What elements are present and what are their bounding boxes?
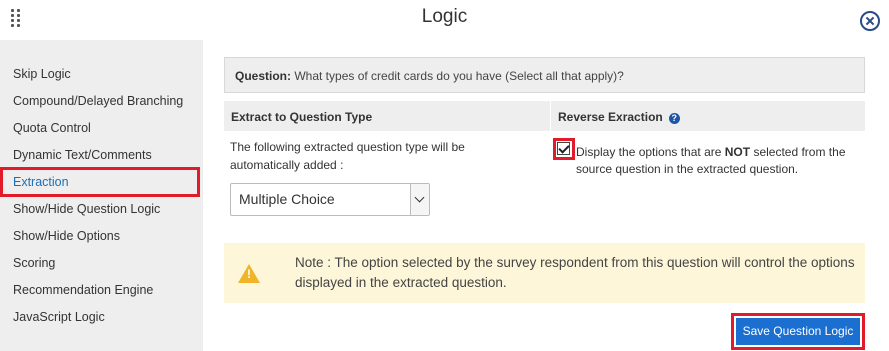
- question-type-select[interactable]: Multiple Choice: [230, 183, 430, 216]
- reverse-extraction-checkbox[interactable]: [557, 142, 570, 155]
- reverse-extraction-label: Display the options that are NOT selecte…: [576, 144, 856, 178]
- reverse-extraction-header: Reverse Exraction?: [551, 101, 865, 131]
- sidebar-item-scoring[interactable]: Scoring: [13, 256, 55, 270]
- sidebar-item-javascript-logic[interactable]: JavaScript Logic: [13, 310, 105, 324]
- warning-icon-mark: !: [247, 267, 251, 281]
- modal-header: Logic: [0, 0, 889, 40]
- question-type-select-value: Multiple Choice: [239, 191, 335, 207]
- reverse-extraction-header-label: Reverse Exraction: [558, 110, 663, 124]
- close-icon[interactable]: [860, 11, 880, 31]
- sidebar-item-recommendation-engine[interactable]: Recommendation Engine: [13, 283, 153, 297]
- question-label: Question:: [235, 69, 291, 83]
- sidebar-item-show-hide-question-logic[interactable]: Show/Hide Question Logic: [13, 202, 160, 216]
- sidebar-item-compound-branching[interactable]: Compound/Delayed Branching: [13, 94, 183, 108]
- question-text: What types of credit cards do you have (…: [294, 69, 624, 83]
- extract-type-header: Extract to Question Type: [224, 101, 550, 131]
- sidebar-item-extraction[interactable]: Extraction: [13, 175, 69, 189]
- sidebar-item-dynamic-text[interactable]: Dynamic Text/Comments: [13, 148, 152, 162]
- help-icon[interactable]: ?: [668, 113, 680, 124]
- reverse-text-bold: NOT: [724, 145, 751, 159]
- save-question-logic-button[interactable]: Save Question Logic: [736, 318, 860, 345]
- sidebar-item-skip-logic[interactable]: Skip Logic: [13, 67, 71, 81]
- chevron-down-icon[interactable]: [410, 184, 429, 215]
- sidebar-item-show-hide-options[interactable]: Show/Hide Options: [13, 229, 120, 243]
- sidebar-item-quota-control[interactable]: Quota Control: [13, 121, 91, 135]
- reverse-text-before: Display the options that are: [576, 145, 725, 159]
- modal-title: Logic: [421, 6, 468, 27]
- note-text: Note : The option selected by the survey…: [295, 255, 855, 290]
- extract-type-description: The following extracted question type wi…: [230, 140, 465, 172]
- question-bar: Question: What types of credit cards do …: [224, 57, 865, 93]
